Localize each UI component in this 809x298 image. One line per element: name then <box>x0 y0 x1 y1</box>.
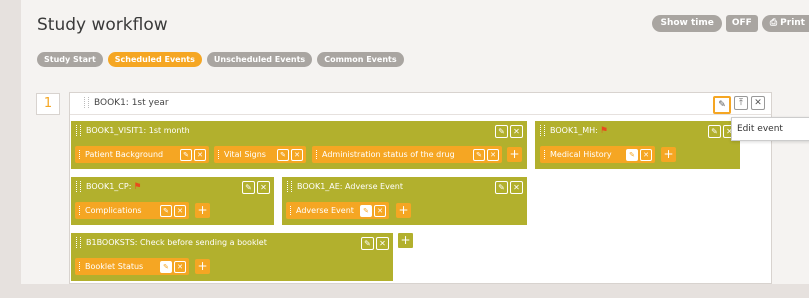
print-icon: ⎙ <box>769 18 781 28</box>
drag-handle-icon[interactable] <box>540 125 545 136</box>
flag-icon: ⚑ <box>133 182 142 192</box>
close-icon[interactable]: ✕ <box>291 149 303 161</box>
edit-icon[interactable]: ✎ <box>360 205 372 217</box>
show-time-button[interactable]: Show time <box>652 15 722 32</box>
event-tabs: Study Start Scheduled Events Unscheduled… <box>37 52 404 67</box>
visit-actions: ✎ ✕ <box>495 125 523 138</box>
visit-title-wrap: BOOK1_AE: Adverse Event <box>287 181 403 192</box>
close-icon[interactable]: ✕ <box>751 96 765 110</box>
visit-card: BOOK1_AE: Adverse Event ✎ ✕ Adverse Event… <box>282 177 527 225</box>
form-chip[interactable]: Booklet Status ✎ ✕ <box>75 258 189 275</box>
tab-unscheduled-events[interactable]: Unscheduled Events <box>206 52 313 67</box>
drag-handle-icon[interactable] <box>79 206 82 215</box>
drag-handle-icon[interactable] <box>79 262 82 271</box>
visit-title-wrap: B1BOOKSTS: Check before sending a bookle… <box>76 237 267 248</box>
form-label: Adverse Event <box>296 206 354 215</box>
drag-handle-icon[interactable] <box>218 150 221 159</box>
close-icon[interactable]: ✕ <box>510 181 523 194</box>
form-label: Booklet Status <box>85 262 144 271</box>
form-chip[interactable]: Complications ✎ ✕ <box>75 202 189 219</box>
visit-title-wrap: BOOK1_VISIT1: 1st month <box>76 125 190 136</box>
edit-icon[interactable]: ✎ <box>495 125 508 138</box>
top-toolbar: Show time OFF ⎙ Print <box>652 15 809 32</box>
drag-handle-icon[interactable] <box>316 150 319 159</box>
show-time-toggle[interactable]: OFF <box>725 15 758 32</box>
form-label: Vital Signs <box>224 150 266 159</box>
visit-actions: ✎ ✕ <box>361 237 389 250</box>
form-chip[interactable]: Adverse Event ✎ ✕ <box>286 202 389 219</box>
drag-handle-icon[interactable] <box>76 125 81 136</box>
visit-title-wrap: BOOK1_CP: ⚑ <box>76 181 141 192</box>
form-chip[interactable]: Vital Signs ✎ ✕ <box>214 146 306 163</box>
close-icon[interactable]: ✕ <box>640 149 652 161</box>
close-icon[interactable]: ✕ <box>374 205 386 217</box>
form-label: Medical History <box>550 150 612 159</box>
tab-common-events[interactable]: Common Events <box>317 52 404 67</box>
edit-event-icon[interactable]: ✎ <box>713 96 731 114</box>
drag-handle-icon[interactable] <box>287 181 292 192</box>
form-chip[interactable]: Medical History ✎ ✕ <box>540 146 655 163</box>
flag-icon: ⚑ <box>599 126 608 136</box>
add-visit-button[interactable]: + <box>397 232 414 249</box>
book-title: BOOK1: 1st year <box>94 98 169 108</box>
close-icon[interactable]: ✕ <box>487 149 499 161</box>
visit-card: BOOK1_CP: ⚑ ✎ ✕ Complications ✎ ✕ + <box>71 177 274 225</box>
form-label: Complications <box>85 206 142 215</box>
book-title-wrap: BOOK1: 1st year <box>84 97 169 108</box>
visit-card: BOOK1_MH: ⚑ ✎ ✕ Medical History ✎ ✕ + <box>535 121 740 169</box>
close-icon[interactable]: ✕ <box>174 261 186 273</box>
add-form-button[interactable]: + <box>507 147 522 162</box>
visit-title: BOOK1_VISIT1: 1st month <box>86 126 190 135</box>
edit-icon[interactable]: ✎ <box>277 149 289 161</box>
edit-event-tooltip: Edit event <box>731 117 809 141</box>
close-icon[interactable]: ✕ <box>376 237 389 250</box>
close-icon[interactable]: ✕ <box>257 181 270 194</box>
drag-handle-icon[interactable] <box>290 206 293 215</box>
add-form-button[interactable]: + <box>661 147 676 162</box>
close-icon[interactable]: ✕ <box>174 205 186 217</box>
edit-icon[interactable]: ✎ <box>708 125 721 138</box>
drag-handle-icon[interactable] <box>544 150 547 159</box>
move-top-icon[interactable]: ⤒ <box>734 96 748 110</box>
book-header: BOOK1: 1st year ✎ ⤒ ✕ <box>70 93 771 115</box>
book-container: BOOK1: 1st year ✎ ⤒ ✕ BOOK1_VISIT1: 1st … <box>69 92 772 284</box>
visit-title-wrap: BOOK1_MH: ⚑ <box>540 125 608 136</box>
tab-study-start[interactable]: Study Start <box>37 52 103 67</box>
form-chip[interactable]: Administration status of the drug ✎ ✕ <box>312 146 502 163</box>
print-label: Print <box>780 18 805 28</box>
visit-actions: ✎ ✕ <box>242 181 270 194</box>
visit-title: BOOK1_CP: <box>86 182 132 191</box>
drag-handle-icon[interactable] <box>84 97 89 108</box>
visit-title: BOOK1_AE: Adverse Event <box>297 182 403 191</box>
page-title: Study workflow <box>37 15 168 35</box>
form-label: Administration status of the drug <box>322 150 455 159</box>
edit-icon[interactable]: ✎ <box>361 237 374 250</box>
visit-card: BOOK1_VISIT1: 1st month ✎ ✕ Patient Backg… <box>71 121 527 169</box>
add-form-button[interactable]: + <box>195 203 210 218</box>
visit-actions: ✎ ✕ <box>495 181 523 194</box>
drag-handle-icon[interactable] <box>79 150 82 159</box>
drag-handle-icon[interactable] <box>76 237 81 248</box>
edit-icon[interactable]: ✎ <box>160 261 172 273</box>
book-actions: ✎ ⤒ ✕ <box>713 96 765 114</box>
edit-icon[interactable]: ✎ <box>242 181 255 194</box>
tab-scheduled-events[interactable]: Scheduled Events <box>107 52 202 67</box>
edit-icon[interactable]: ✎ <box>180 149 192 161</box>
form-chip[interactable]: Patient Background ✎ ✕ <box>75 146 209 163</box>
edit-icon[interactable]: ✎ <box>495 181 508 194</box>
visit-title: BOOK1_MH: <box>550 126 598 135</box>
edit-icon[interactable]: ✎ <box>160 205 172 217</box>
add-form-button[interactable]: + <box>396 203 411 218</box>
print-button[interactable]: ⎙ Print <box>761 15 809 32</box>
book-number: 1 <box>36 93 60 115</box>
drag-handle-icon[interactable] <box>76 181 81 192</box>
form-label: Patient Background <box>85 150 164 159</box>
visit-title: B1BOOKSTS: Check before sending a bookle… <box>86 238 267 247</box>
close-icon[interactable]: ✕ <box>510 125 523 138</box>
add-form-button[interactable]: + <box>195 259 210 274</box>
visit-card: B1BOOKSTS: Check before sending a bookle… <box>71 233 393 281</box>
edit-icon[interactable]: ✎ <box>626 149 638 161</box>
close-icon[interactable]: ✕ <box>194 149 206 161</box>
edit-icon[interactable]: ✎ <box>473 149 485 161</box>
